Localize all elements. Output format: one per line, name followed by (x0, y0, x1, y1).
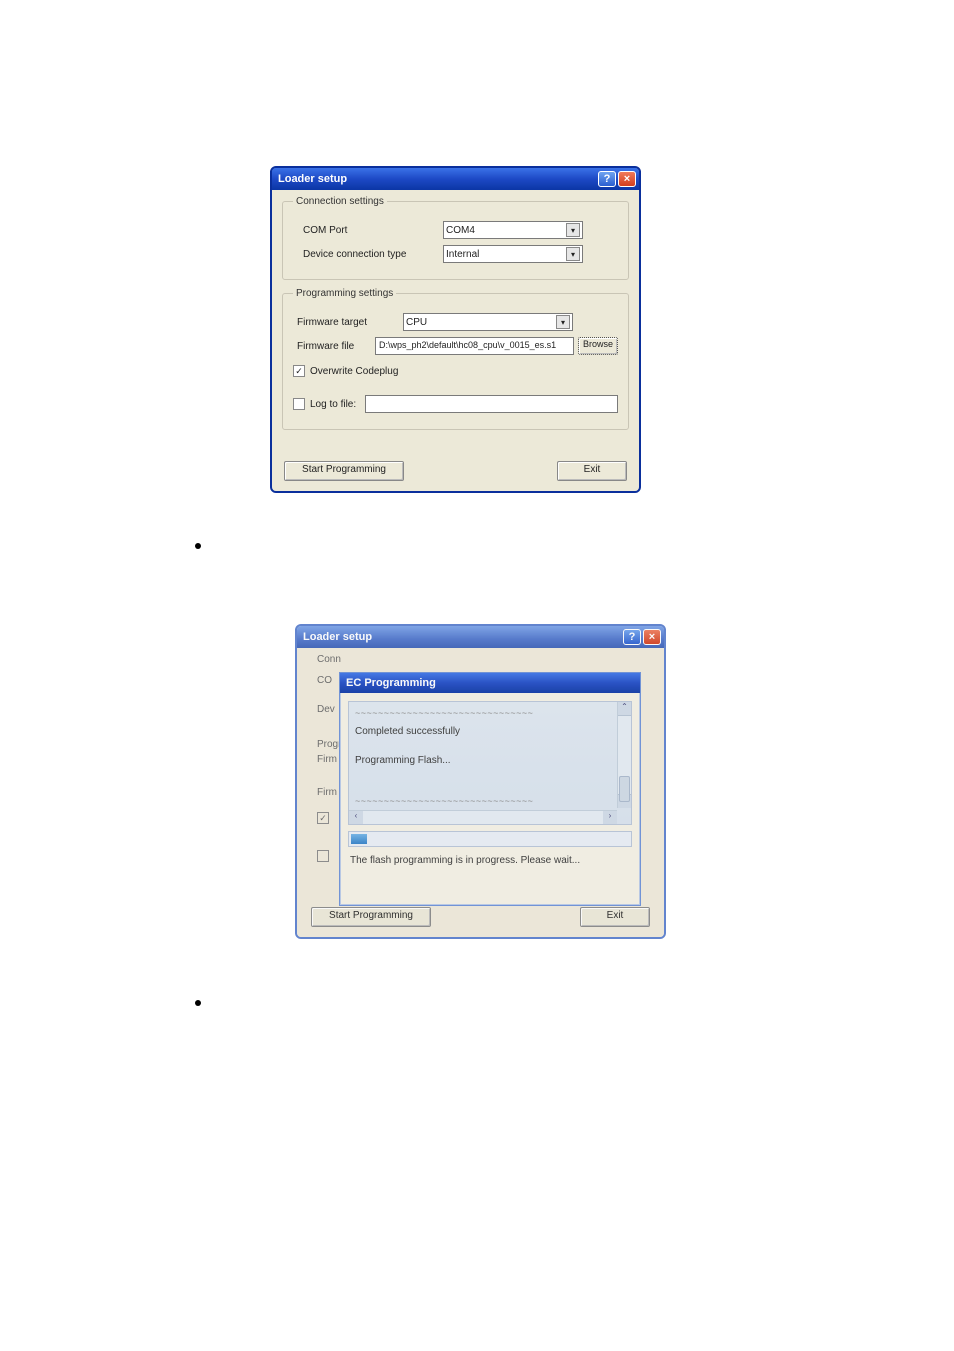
programming-settings-legend: Programming settings (293, 288, 396, 299)
log-file-input[interactable] (365, 395, 618, 413)
firmware-file-input[interactable]: D:\wps_ph2\default\hc08_cpu\v_0015_es.s1 (375, 337, 574, 355)
browse-button[interactable]: Browse (578, 337, 618, 355)
log-sep-1: ~~~~~~~~~~~~~~~~~~~~~~~~~~~~~~~ (355, 708, 625, 718)
firmware-target-label: Firmware target (293, 317, 403, 328)
window-title: Loader setup (278, 173, 347, 185)
client-area: Connection settings COM Port COM4 ▾ Devi… (272, 190, 639, 491)
firmware-file-label: Firmware file (293, 341, 375, 352)
bullet-icon (195, 543, 201, 549)
log-line-completed: Completed successfully (355, 726, 625, 737)
com-fragment: CO (317, 675, 332, 686)
scroll-left-icon[interactable]: ‹ (349, 811, 363, 824)
close-button[interactable]: × (618, 171, 636, 187)
log-output[interactable]: ~~~~~~~~~~~~~~~~~~~~~~~~~~~~~~~ Complete… (348, 701, 632, 825)
firm2-fragment: Firm (317, 787, 337, 798)
dialog-title: EC Programming (346, 677, 436, 689)
vertical-scrollbar[interactable]: ⌃ ⌄ (617, 702, 631, 808)
client-area: Conn CO Dev Progr Firm Firm ✓ EC Program… (297, 648, 664, 937)
chevron-down-icon[interactable]: ▾ (566, 247, 580, 261)
firm1-fragment: Firm (317, 754, 337, 765)
titlebar: Loader setup ? × (272, 168, 639, 190)
loader-setup-window-progress: Loader setup ? × Conn CO Dev Progr Firm … (295, 624, 666, 939)
log-sep-2: ~~~~~~~~~~~~~~~~~~~~~~~~~~~~~~~ (355, 796, 625, 806)
com-port-label: COM Port (293, 225, 443, 236)
scroll-htrack[interactable] (363, 811, 603, 824)
dialog-titlebar: EC Programming (340, 673, 640, 693)
device-connection-select[interactable]: Internal ▾ (443, 245, 583, 263)
connection-settings-group: Connection settings COM Port COM4 ▾ Devi… (282, 196, 629, 280)
device-connection-label: Device connection type (293, 249, 443, 260)
com-port-select[interactable]: COM4 ▾ (443, 221, 583, 239)
help-button[interactable]: ? (598, 171, 616, 187)
scroll-thumb[interactable] (619, 776, 630, 802)
scroll-right-icon[interactable]: › (603, 811, 617, 824)
exit-button[interactable]: Exit (580, 907, 650, 927)
dev-fragment: Dev (317, 704, 335, 715)
bullet-icon (195, 1000, 201, 1006)
close-button[interactable]: × (643, 629, 661, 645)
scroll-track[interactable] (618, 716, 631, 794)
log-line-programming: Programming Flash... (355, 755, 625, 766)
log-to-file-checkbox[interactable] (293, 398, 305, 410)
window-title: Loader setup (303, 631, 372, 643)
overwrite-checkbox-bg: ✓ (317, 812, 329, 824)
start-programming-button[interactable]: Start Programming (311, 907, 431, 927)
titlebar: Loader setup ? × (297, 626, 664, 648)
progress-bar-fill (351, 834, 367, 844)
programming-settings-group: Programming settings Firmware target CPU… (282, 288, 629, 430)
firmware-target-select[interactable]: CPU ▾ (403, 313, 573, 331)
log-checkbox-bg (317, 850, 329, 862)
loader-setup-window: Loader setup ? × Connection settings COM… (270, 166, 641, 493)
status-text: The flash programming is in progress. Pl… (350, 855, 630, 866)
exit-button[interactable]: Exit (557, 461, 627, 481)
chevron-down-icon[interactable]: ▾ (556, 315, 570, 329)
scroll-up-icon[interactable]: ⌃ (618, 702, 631, 716)
firmware-target-value: CPU (406, 317, 427, 328)
com-port-value: COM4 (446, 225, 475, 236)
start-programming-button[interactable]: Start Programming (284, 461, 404, 481)
chevron-down-icon[interactable]: ▾ (566, 223, 580, 237)
horizontal-scrollbar[interactable]: ‹ › (349, 810, 617, 824)
ec-programming-dialog: EC Programming ~~~~~~~~~~~~~~~~~~~~~~~~~… (339, 672, 641, 906)
log-to-file-label: Log to file: (310, 399, 365, 410)
prog-fragment: Progr (317, 739, 341, 750)
device-connection-value: Internal (446, 249, 479, 260)
connection-settings-legend: Connection settings (293, 196, 387, 207)
help-button[interactable]: ? (623, 629, 641, 645)
overwrite-codeplug-label: Overwrite Codeplug (310, 366, 398, 377)
progress-bar (348, 831, 632, 847)
overwrite-codeplug-checkbox[interactable]: ✓ (293, 365, 305, 377)
conn-fragment: Conn (317, 654, 341, 665)
